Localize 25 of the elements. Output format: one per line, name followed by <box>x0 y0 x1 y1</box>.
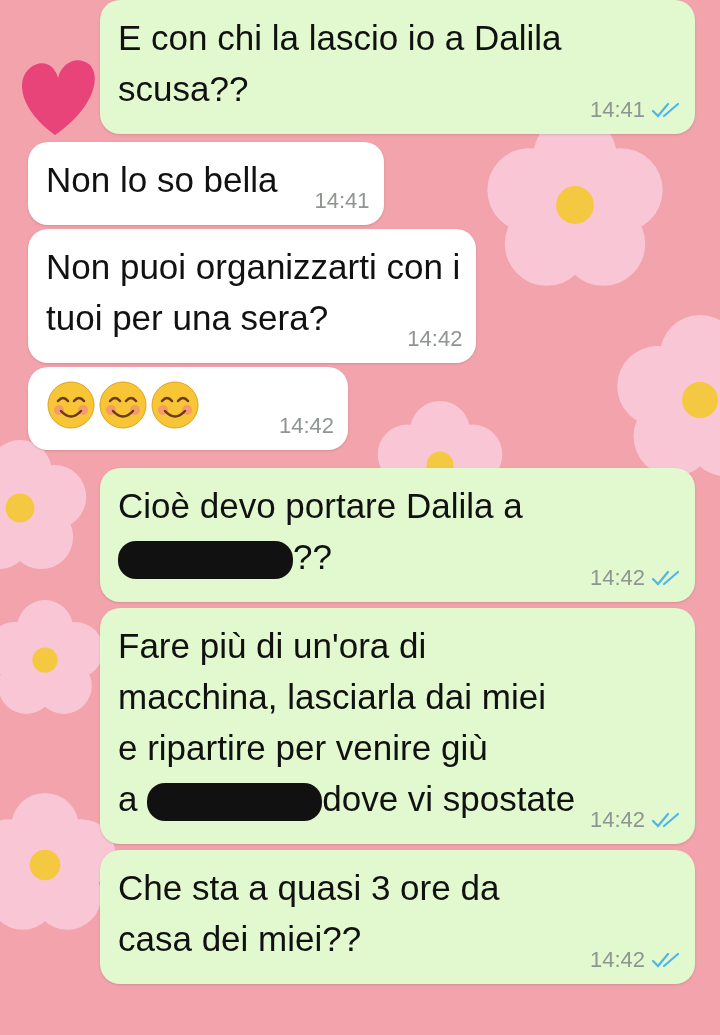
message-text: Fare più di un'ora di <box>118 626 427 665</box>
message-text: casa dei miei?? <box>118 919 362 958</box>
message-text: Cioè devo portare Dalila a <box>118 486 523 525</box>
message-time: 14:42 <box>407 325 463 353</box>
message-text: Che sta a quasi 3 ore da <box>118 868 500 907</box>
message-text: ?? <box>293 537 332 576</box>
message-text: Non puoi organizzarti con i <box>46 247 461 286</box>
message-time: 14:42 <box>589 806 645 834</box>
smiling-face-icon <box>150 379 200 430</box>
message-text: scusa?? <box>118 69 249 108</box>
message-time: 14:42 <box>278 412 334 440</box>
message-text: macchina, lasciarla dai miei <box>118 677 546 716</box>
smiling-face-icon <box>46 379 96 430</box>
heart-icon <box>22 60 95 135</box>
message-text: Non lo so bella <box>46 160 278 199</box>
message-text: a <box>118 779 139 818</box>
message-time: 14:42 <box>589 946 645 974</box>
message-text: E con chi la lascio io a Dalila <box>118 18 562 57</box>
message-text: dove vi spostate <box>322 779 576 818</box>
message-text: tuoi per una sera? <box>46 298 329 337</box>
smiling-face-icon <box>98 379 148 430</box>
message-time: 14:42 <box>589 564 645 592</box>
message-time: 14:41 <box>589 96 645 124</box>
message-time: 14:41 <box>314 187 370 215</box>
message-text: e ripartire per venire giù <box>118 728 488 767</box>
